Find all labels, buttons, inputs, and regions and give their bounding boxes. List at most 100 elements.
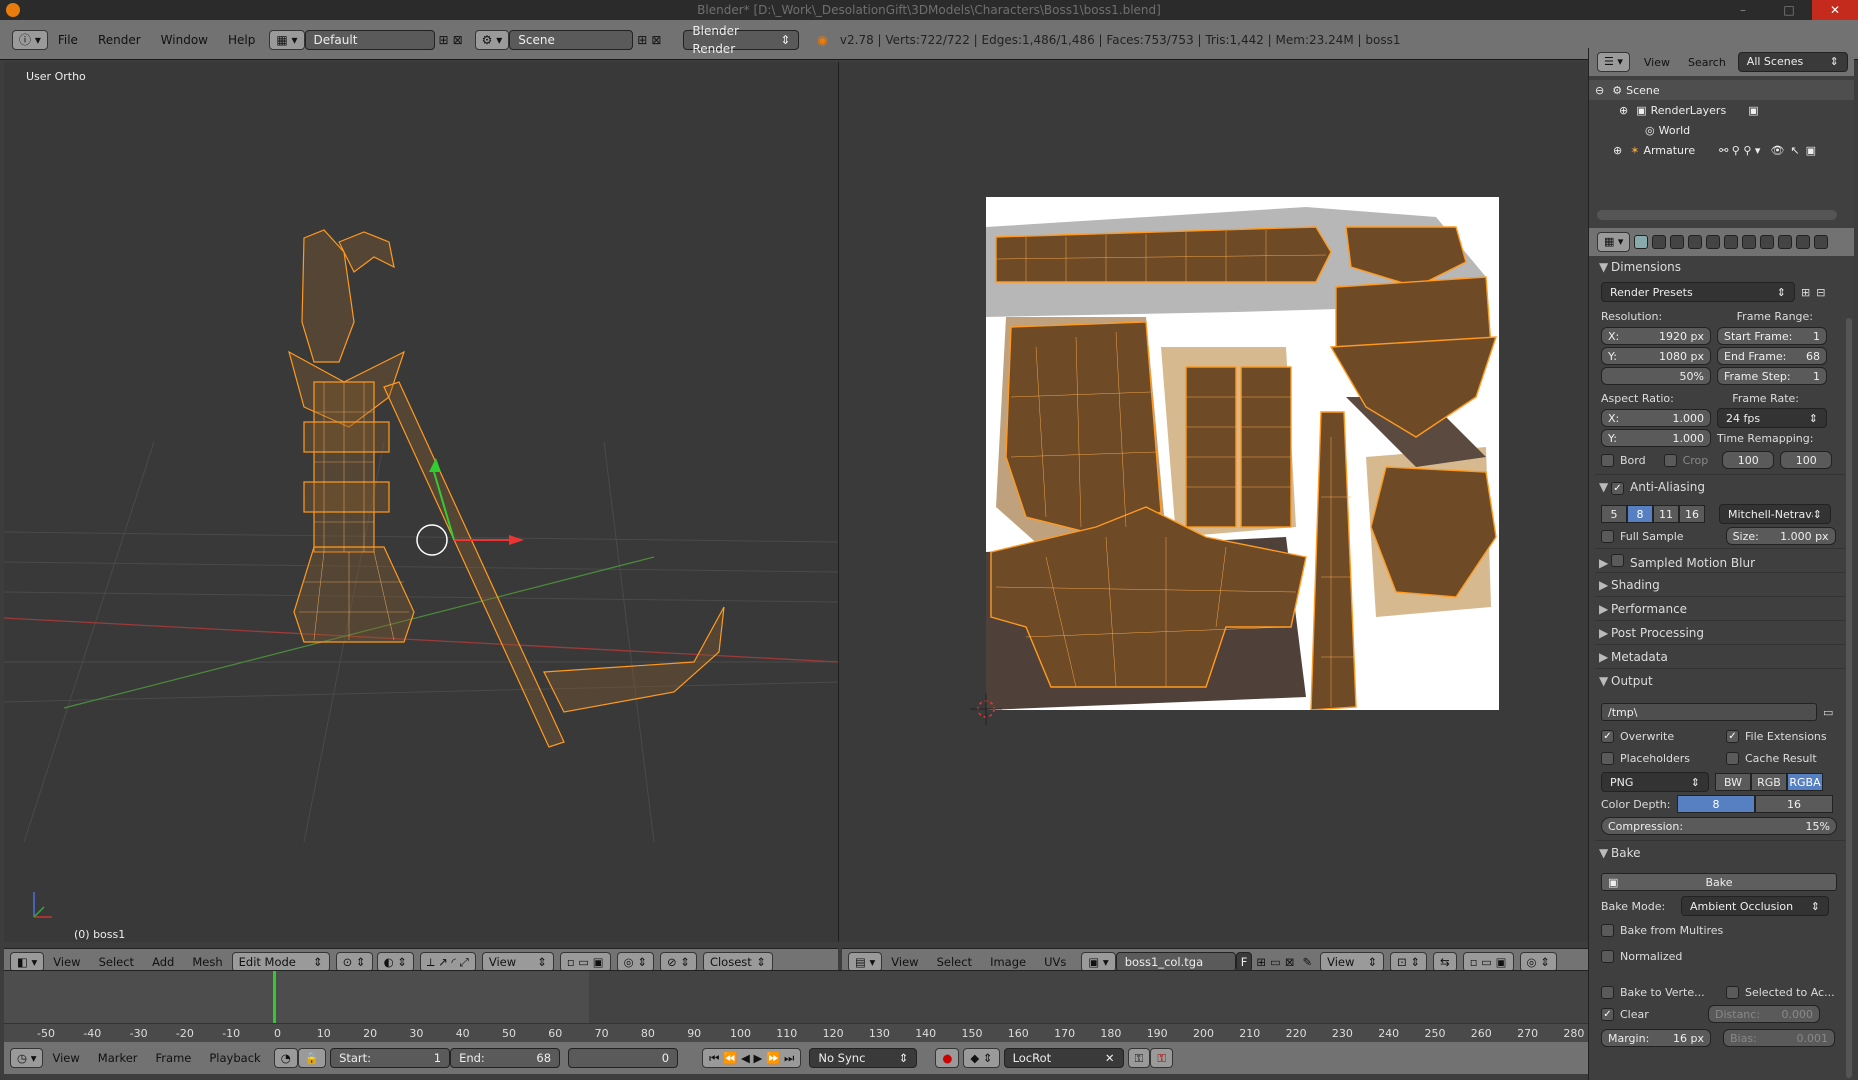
color-mode-selector[interactable]: BW RGB RGBA bbox=[1715, 773, 1823, 791]
color-depth-8[interactable]: 8 bbox=[1677, 795, 1755, 813]
start-frame-field[interactable]: Start: 1 bbox=[330, 1048, 451, 1068]
menu-marker[interactable]: Marker bbox=[98, 1051, 138, 1065]
section-performance[interactable]: ▶ Performance bbox=[1599, 602, 1687, 616]
anti-aliasing-checkbox[interactable]: ✓ bbox=[1611, 482, 1624, 495]
lock-icon[interactable]: 🔒 bbox=[297, 1048, 327, 1068]
section-post-processing[interactable]: ▶ Post Processing bbox=[1599, 626, 1704, 640]
compression-slider[interactable]: Compression: 15% bbox=[1601, 817, 1837, 835]
menu-view[interactable]: View bbox=[891, 955, 918, 969]
close-button[interactable]: ✕ bbox=[1812, 0, 1858, 20]
aa-sample-8[interactable]: 8 bbox=[1627, 505, 1653, 523]
render-tab-icon[interactable] bbox=[1634, 235, 1649, 249]
proportional-icon[interactable]: ◎ ⇕ bbox=[616, 951, 654, 972]
unlink-image-icon[interactable]: ⊠ bbox=[1285, 955, 1295, 969]
section-bake[interactable]: ▼ Bake bbox=[1599, 846, 1641, 860]
menu-view[interactable]: View bbox=[52, 1051, 79, 1065]
expand-icon[interactable]: ⊕ bbox=[1619, 104, 1628, 117]
folder-icon[interactable]: ▭ bbox=[1823, 706, 1833, 719]
editor-type-icon[interactable]: ☰ ▾ bbox=[1597, 52, 1630, 72]
pivot-icon[interactable]: ⊙ ⇕ bbox=[335, 951, 373, 972]
object-tab-icon[interactable] bbox=[1706, 235, 1721, 249]
editor-type-info-icon[interactable]: ⓘ ▾ bbox=[12, 29, 48, 50]
select-arrow-icon[interactable]: ↖ bbox=[1790, 144, 1799, 157]
layout-field[interactable]: Default bbox=[304, 29, 435, 50]
timeline[interactable]: -50 -40 -30 -20 -10 0 10 20 30 40 50 60 70 80 90 100 110… bbox=[4, 970, 1588, 1043]
aa-sample-11[interactable]: 11 bbox=[1653, 505, 1679, 523]
start-frame-field[interactable]: Start Frame: 1 bbox=[1717, 327, 1827, 345]
scene-icon[interactable]: ⚙ ▾ bbox=[474, 29, 510, 50]
crop-checkbox[interactable] bbox=[1663, 453, 1677, 467]
border-checkbox[interactable] bbox=[1601, 453, 1614, 467]
pivot-icon[interactable]: ⊡ ⇕ bbox=[1390, 951, 1428, 972]
clear-checkbox[interactable]: ✓ bbox=[1601, 1007, 1614, 1021]
particles-tab-icon[interactable] bbox=[1814, 235, 1829, 249]
delete-keyframe-icon[interactable]: ⚿ bbox=[1150, 1048, 1174, 1068]
menu-render[interactable]: Render bbox=[98, 33, 141, 47]
snap-icon[interactable]: ⊘ ⇕ bbox=[660, 951, 697, 972]
record-icon[interactable]: ● bbox=[935, 1048, 960, 1068]
menu-mesh[interactable]: Mesh bbox=[192, 955, 222, 969]
collapse-icon[interactable]: ⊖ bbox=[1595, 84, 1604, 97]
uv-2d-cursor-icon[interactable] bbox=[966, 689, 1006, 729]
aa-filter-dropdown[interactable]: Mitchell-Netravali⇕ bbox=[1719, 504, 1831, 524]
distance-field[interactable]: Distanc: 0.000 bbox=[1708, 1005, 1820, 1023]
overwrite-checkbox[interactable]: ✓ bbox=[1601, 729, 1614, 743]
outliner-item-armature[interactable]: ⊕ ✶ Armature ⚯ ⚲ ⚲ ▾ 👁 ↖ ▣ bbox=[1589, 140, 1854, 160]
render-camera-icon[interactable]: ▣ bbox=[1806, 144, 1816, 157]
full-sample-checkbox[interactable] bbox=[1601, 529, 1614, 543]
render-layers-tab-icon[interactable] bbox=[1652, 235, 1667, 249]
remap-old-field[interactable]: 100 bbox=[1722, 451, 1775, 469]
add-layout-icon[interactable]: ⊞ bbox=[439, 33, 449, 47]
aa-sample-16[interactable]: 16 bbox=[1679, 505, 1705, 523]
render-icon[interactable]: ▣ bbox=[1748, 104, 1758, 117]
texture-tab-icon[interactable] bbox=[1796, 235, 1811, 249]
aa-sample-5[interactable]: 5 bbox=[1601, 505, 1627, 523]
snap-target-dropdown[interactable]: Closest ⇕ bbox=[702, 951, 773, 972]
aspect-x-field[interactable]: X: 1.000 bbox=[1601, 409, 1711, 427]
menu-add[interactable]: Add bbox=[152, 955, 174, 969]
menu-window[interactable]: Window bbox=[161, 33, 208, 47]
select-mode-icon[interactable]: ▫ ▭ ▣ bbox=[1462, 951, 1514, 972]
motion-blur-checkbox[interactable] bbox=[1611, 554, 1624, 567]
render-presets-dropdown[interactable]: Render Presets ⇕ bbox=[1601, 282, 1795, 302]
remove-layout-icon[interactable]: ⊠ bbox=[453, 33, 463, 47]
color-mode-bw[interactable]: BW bbox=[1715, 773, 1751, 791]
color-depth-selector[interactable]: 8 16 bbox=[1677, 795, 1833, 813]
end-frame-field[interactable]: End: 68 bbox=[450, 1048, 561, 1068]
section-metadata[interactable]: ▶ Metadata bbox=[1599, 650, 1668, 664]
playback-controls[interactable]: ⏮ ⏪ ◀ ▶ ⏩ ⏭ bbox=[702, 1048, 802, 1068]
menu-view[interactable]: View bbox=[53, 955, 80, 969]
menu-select[interactable]: Select bbox=[937, 955, 972, 969]
add-scene-icon[interactable]: ⊞ bbox=[637, 33, 647, 47]
aspect-y-field[interactable]: Y: 1.000 bbox=[1601, 429, 1711, 447]
section-dimensions[interactable]: ▼ Dimensions bbox=[1599, 260, 1681, 274]
margin-field[interactable]: Margin: 16 px bbox=[1601, 1029, 1711, 1047]
data-tab-icon[interactable] bbox=[1760, 235, 1775, 249]
layout-icon[interactable]: ▦ ▾ bbox=[269, 29, 305, 50]
section-anti-aliasing[interactable]: ▼ ✓ Anti-Aliasing bbox=[1599, 480, 1705, 495]
image-browse-icon[interactable]: ▣ ▾ bbox=[1081, 951, 1116, 972]
res-y-field[interactable]: Y: 1080 px bbox=[1601, 347, 1711, 365]
cache-result-checkbox[interactable] bbox=[1726, 751, 1739, 765]
res-x-field[interactable]: X: 1920 px bbox=[1601, 327, 1711, 345]
color-mode-rgba[interactable]: RGBA bbox=[1787, 773, 1823, 791]
mode-dropdown[interactable]: Edit Mode ⇕ bbox=[231, 951, 330, 972]
view-mode-dropdown[interactable]: View ⇕ bbox=[1320, 951, 1385, 972]
section-output[interactable]: ▼ Output bbox=[1599, 674, 1653, 688]
maximize-button[interactable]: □ bbox=[1766, 0, 1812, 20]
frame-step-field[interactable]: Frame Step: 1 bbox=[1717, 367, 1827, 385]
outliner-item-scene[interactable]: ⊖ ⚙ Scene bbox=[1589, 80, 1854, 100]
menu-select[interactable]: Select bbox=[99, 955, 134, 969]
fake-user-button[interactable]: F bbox=[1235, 951, 1253, 972]
scene-field[interactable]: Scene bbox=[509, 29, 634, 50]
bake-mode-dropdown[interactable]: Ambient Occlusion ⇕ bbox=[1681, 896, 1829, 916]
manipulator-icon[interactable]: ⟂ ↗ ◜ ⤢ bbox=[419, 951, 476, 972]
time-icon[interactable]: ◔ bbox=[273, 1048, 298, 1068]
sync-select-icon[interactable]: ⇆ bbox=[1433, 951, 1457, 972]
expand-icon[interactable]: ⊕ bbox=[1613, 144, 1622, 157]
material-tab-icon[interactable] bbox=[1778, 235, 1793, 249]
bake-button[interactable]: ▣ Bake bbox=[1601, 873, 1837, 891]
proportional-icon[interactable]: ◎ ⇕ bbox=[1519, 951, 1557, 972]
menu-image[interactable]: Image bbox=[990, 955, 1026, 969]
menu-frame[interactable]: Frame bbox=[156, 1051, 192, 1065]
